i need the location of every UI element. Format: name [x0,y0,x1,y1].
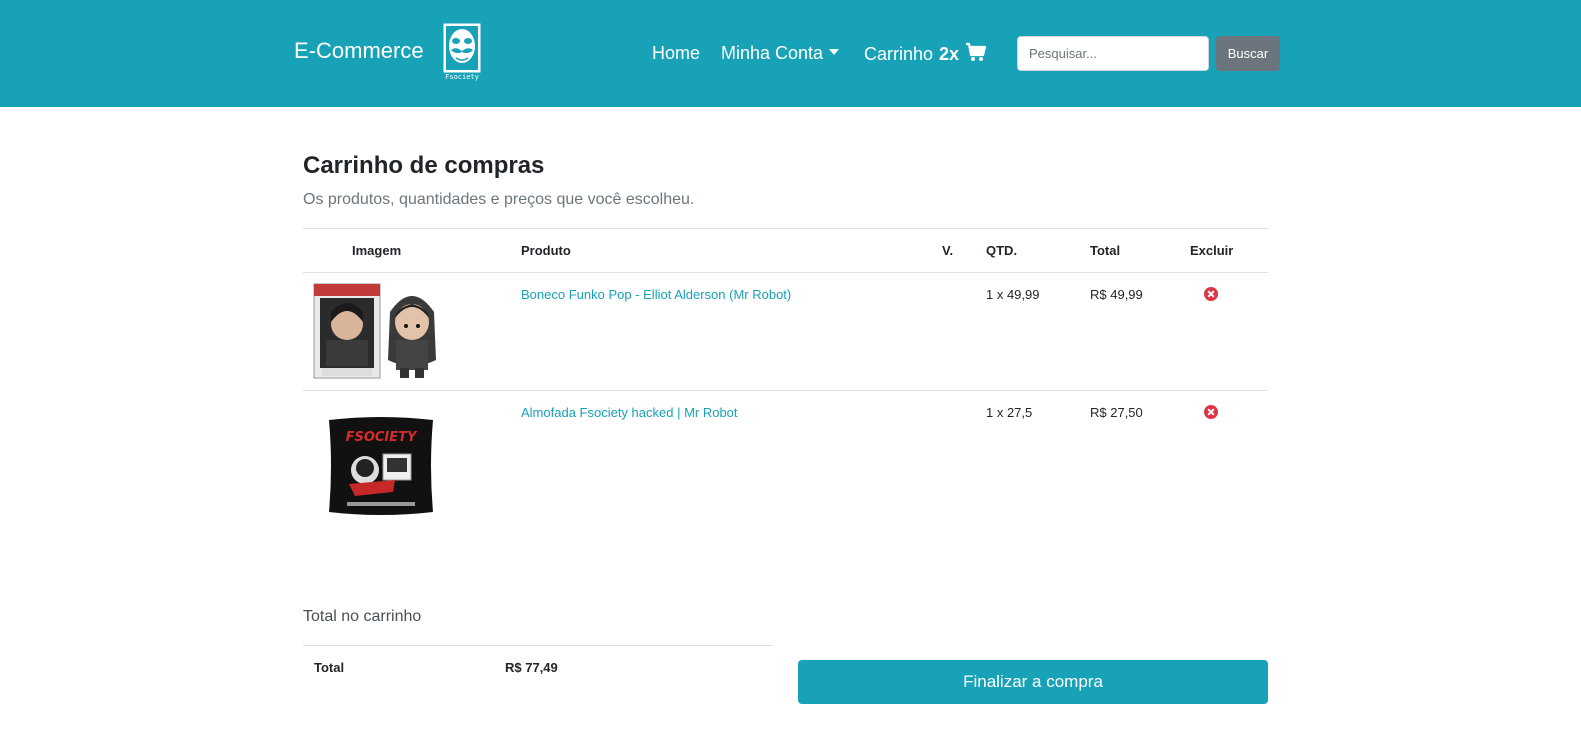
nav-cart-label: Carrinho [864,44,934,64]
summary-divider [303,645,773,646]
shopping-cart-icon [966,42,987,61]
remove-circle-icon[interactable] [1204,287,1218,301]
navbar: E-Commerce Fsociety Home Minha Conta Car… [0,0,1581,107]
nav-cart-link[interactable]: Carrinho 2x [864,42,987,65]
product-image-funko[interactable] [312,282,450,382]
header-remove: Excluir [1190,243,1234,258]
svg-text:FSOCIETY: FSOCIETY [346,430,418,445]
header-product: Produto [521,243,571,258]
product-total: R$ 27,50 [1090,405,1143,420]
nav-home-link[interactable]: Home [652,42,700,64]
brand-name[interactable]: E-Commerce [294,38,424,64]
summary-total-value: R$ 77,49 [505,660,558,675]
header-quantity: QTD. [986,243,1018,258]
header-variant: V. [942,243,954,258]
product-image-pillow[interactable]: FSOCIETY [325,414,437,520]
caret-down-icon [829,49,840,55]
header-total: Total [1090,243,1121,258]
row-divider [303,390,1268,391]
product-quantity: 1 x 49,99 [986,287,1040,302]
page-title: Carrinho de compras [303,152,545,179]
fsociety-logo: Fsociety [443,23,481,81]
svg-text:Fsociety: Fsociety [445,73,479,81]
cart-count-badge: 2x [939,44,960,64]
summary-title: Total no carrinho [303,608,422,625]
summary-total-label: Total [314,660,345,675]
nav-account-label: Minha Conta [721,43,824,63]
checkout-button[interactable]: Finalizar a compra [798,660,1268,704]
search-button[interactable]: Buscar [1216,36,1280,71]
product-link[interactable]: Boneco Funko Pop - Elliot Alderson (Mr R… [521,287,791,302]
search-input[interactable] [1017,36,1209,71]
header-image: Imagem [352,243,402,258]
page-subtitle: Os produtos, quantidades e preços que vo… [303,191,695,208]
product-quantity: 1 x 27,5 [986,405,1033,420]
table-header-border [303,272,1268,273]
table-top-border [303,228,1268,229]
product-link[interactable]: Almofada Fsociety hacked | Mr Robot [521,405,738,420]
remove-circle-icon[interactable] [1204,405,1218,419]
nav-account-dropdown[interactable]: Minha Conta [721,42,840,64]
product-total: R$ 49,99 [1090,287,1143,302]
